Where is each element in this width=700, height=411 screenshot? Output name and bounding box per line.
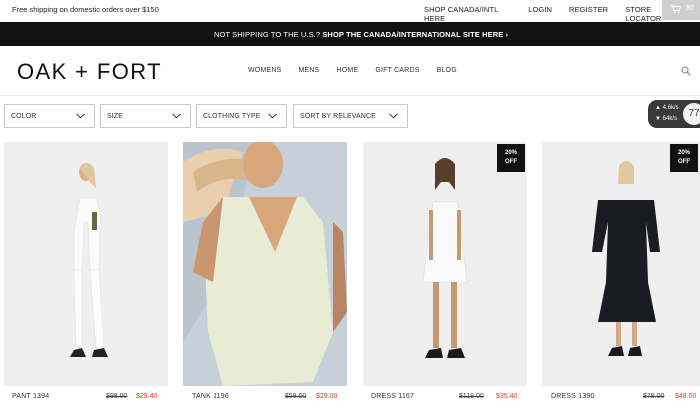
header-divider	[0, 95, 700, 96]
sort-select-label: SORT BY RELEVANCE	[300, 113, 376, 120]
notice-cta[interactable]: SHOP THE CANADA/INTERNATIONAL SITE HERE …	[322, 30, 508, 39]
discount-badge: 20% OFF	[497, 144, 525, 172]
register-link[interactable]: REGISTER	[569, 5, 608, 23]
size-filter-label: SIZE	[107, 113, 123, 120]
product-card-pant-1394[interactable]	[4, 142, 168, 386]
discount-badge: 20% OFF	[670, 144, 698, 172]
product-image[interactable]	[363, 142, 527, 386]
network-speed-widget[interactable]: ▲ 4.6k/s ▼ 64k/s 77	[648, 100, 700, 128]
product-original-price: $78.00	[643, 393, 665, 400]
product-card-dress-1390[interactable]: 20% OFF	[542, 142, 700, 386]
cart-total: $0	[686, 5, 694, 12]
international-notice-bar[interactable]: NOT SHIPPING TO THE U.S.? SHOP THE CANAD…	[0, 22, 700, 46]
product-sale-price: $29.40	[136, 393, 158, 400]
size-filter[interactable]: SIZE	[100, 104, 191, 128]
login-link[interactable]: LOGIN	[528, 5, 552, 23]
utility-links: SHOP CANADA/INTL HERE LOGIN REGISTER STO…	[424, 5, 700, 23]
product-meta-pant-1394: PANT 1394 $98.00 $29.40	[12, 393, 162, 405]
product-name[interactable]: PANT 1394	[12, 393, 49, 400]
clothing-type-filter[interactable]: CLOTHING TYPE	[196, 104, 287, 128]
notice-prefix: NOT SHIPPING TO THE U.S.?	[214, 30, 321, 39]
chevron-down-icon	[76, 113, 85, 119]
product-name[interactable]: DRESS 1167	[371, 393, 414, 400]
color-filter-label: COLOR	[11, 113, 37, 120]
upload-speed: ▲ 4.6k/s	[655, 105, 679, 111]
cart-icon	[671, 5, 681, 13]
product-meta-tank-1196: TANK 1196 $58.00 $29.00	[192, 393, 342, 405]
product-meta-dress-1167: DRESS 1167 $118.00 $35.40	[371, 393, 521, 405]
product-image[interactable]	[542, 142, 700, 386]
clothing-type-filter-label: CLOTHING TYPE	[203, 113, 261, 120]
chevron-down-icon	[268, 113, 277, 119]
product-sale-price: $48.00	[675, 393, 697, 400]
product-meta-dress-1390: DRESS 1390 $78.00 $48.00	[551, 393, 699, 405]
shipping-message: Free shipping on domestic orders over $1…	[12, 5, 159, 14]
product-original-price: $118.00	[459, 393, 484, 400]
nav-blog[interactable]: BLOG	[437, 67, 457, 74]
speed-dial: 77	[683, 103, 700, 125]
brand-logo[interactable]: OAK + FORT	[17, 59, 162, 85]
utility-bar: Free shipping on domestic orders over $1…	[0, 0, 700, 23]
chevron-down-icon	[172, 113, 181, 119]
main-nav: WOMENS MENS HOME GIFT CARDS BLOG	[248, 67, 474, 74]
download-speed: ▼ 64k/s	[655, 116, 677, 122]
product-sale-price: $29.00	[316, 393, 338, 400]
product-original-price: $98.00	[106, 393, 128, 400]
product-image[interactable]	[183, 142, 347, 386]
nav-gift-cards[interactable]: GIFT CARDS	[375, 67, 419, 74]
color-filter[interactable]: COLOR	[4, 104, 95, 128]
product-original-price: $58.00	[285, 393, 307, 400]
nav-home[interactable]: HOME	[337, 67, 359, 74]
product-image[interactable]	[4, 142, 168, 386]
product-card-tank-1196[interactable]	[183, 142, 347, 386]
notice-text[interactable]: NOT SHIPPING TO THE U.S.? SHOP THE CANAD…	[214, 30, 508, 39]
chevron-down-icon	[389, 113, 398, 119]
shop-canada-link[interactable]: SHOP CANADA/INTL HERE	[424, 5, 511, 23]
nav-mens[interactable]: MENS	[298, 67, 319, 74]
product-sale-price: $35.40	[496, 393, 518, 400]
product-card-dress-1167[interactable]: 20% OFF	[363, 142, 527, 386]
sort-select[interactable]: SORT BY RELEVANCE	[293, 104, 408, 128]
product-name[interactable]: DRESS 1390	[551, 393, 595, 400]
nav-womens[interactable]: WOMENS	[248, 67, 281, 74]
search-icon[interactable]	[681, 66, 691, 76]
product-name[interactable]: TANK 1196	[192, 393, 229, 400]
cart-button[interactable]: $0	[662, 0, 700, 20]
